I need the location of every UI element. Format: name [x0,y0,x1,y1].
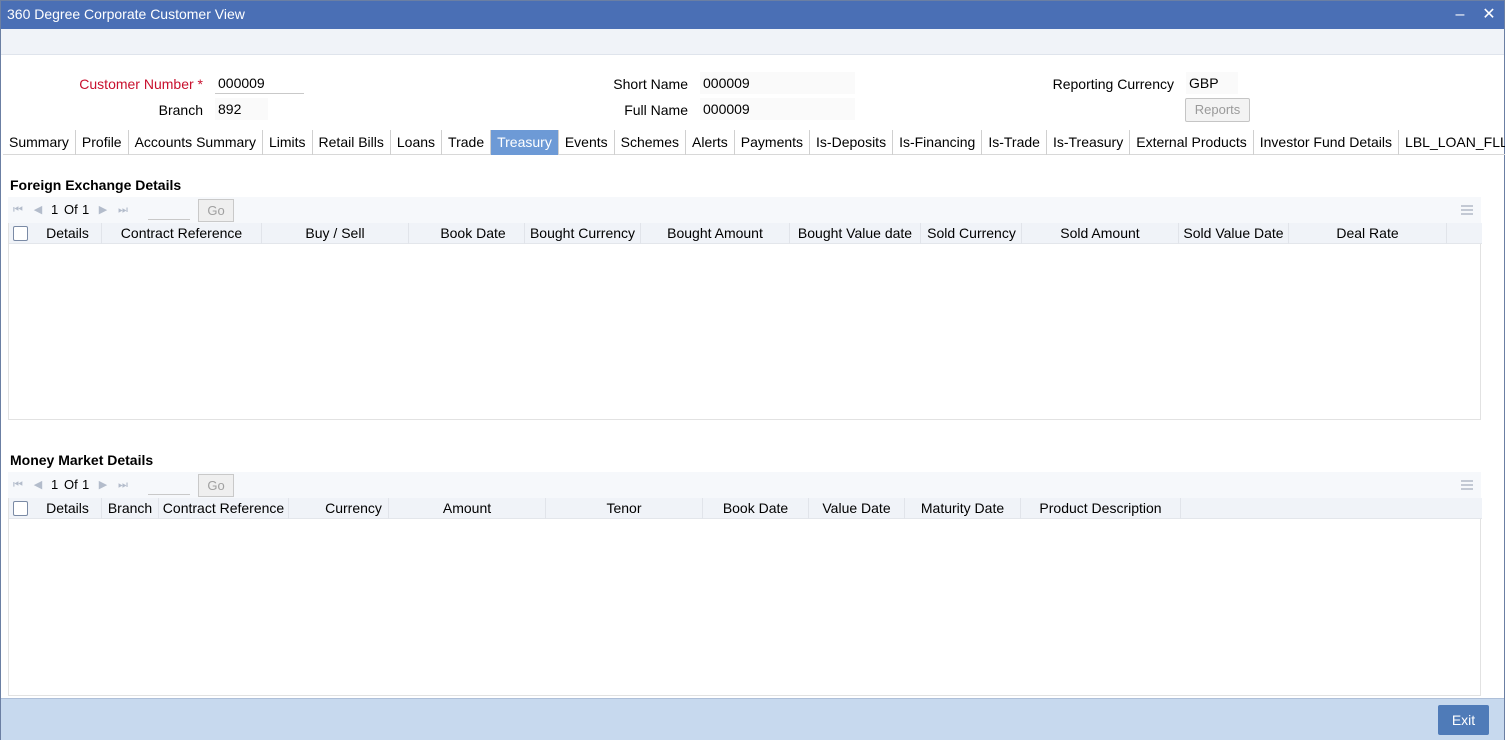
column-header-details[interactable]: Details [34,498,102,519]
column-header-sold-value-date[interactable]: Sold Value Date [1179,223,1289,244]
column-header-sold-currency[interactable]: Sold Currency [922,223,1022,244]
full-name-label: Full Name [624,102,688,118]
tab-alerts[interactable]: Alerts [686,130,735,155]
column-header-branch[interactable]: Branch [102,498,159,519]
exit-button[interactable]: Exit [1438,705,1489,735]
page-number-input[interactable] [148,200,190,220]
column-header-book-date[interactable]: Book Date [703,498,809,519]
short-name-label: Short Name [613,76,688,92]
grid-menu-icon[interactable] [1461,480,1473,492]
close-icon[interactable]: ✕ [1479,5,1499,25]
reporting-currency-field[interactable]: GBP [1186,72,1238,94]
branch-field[interactable]: 892 [215,98,268,120]
column-header-contract-reference[interactable]: Contract Reference [102,223,262,244]
short-name-field[interactable]: 000009 [700,72,855,94]
tab-trade[interactable]: Trade [442,130,492,155]
column-header-book-date[interactable]: Book Date [422,223,525,244]
fx-grid: Details Contract Reference Buy / Sell Book … [8,223,1482,420]
go-button[interactable]: Go [198,199,234,222]
column-header-maturity-date[interactable]: Maturity Date [905,498,1021,519]
column-header-buy-sell[interactable]: Buy / Sell [262,223,409,244]
first-page-icon[interactable]: ⏮ [11,478,25,492]
tab-is-deposits[interactable]: Is-Deposits [810,130,894,155]
tab-treasury[interactable]: Treasury [491,130,559,155]
full-name-field[interactable]: 000009 [700,98,855,120]
tab-profile[interactable]: Profile [76,130,129,155]
reports-button[interactable]: Reports [1185,98,1250,122]
title-bar: 360 Degree Corporate Customer View – ✕ [1,1,1504,29]
column-header-bought-value-date[interactable]: Bought Value date [790,223,921,244]
footer-bar: Exit [1,698,1504,740]
mm-section-title: Money Market Details [10,452,154,468]
next-page-icon[interactable]: ▶ [96,203,110,217]
tab-events[interactable]: Events [559,130,615,155]
tab-limits[interactable]: Limits [263,130,313,155]
column-header-sold-amount[interactable]: Sold Amount [1022,223,1179,244]
tab-is-financing[interactable]: Is-Financing [893,130,983,155]
tab-payments[interactable]: Payments [735,130,811,155]
tab-external-products[interactable]: External Products [1130,130,1254,155]
minimize-icon[interactable]: – [1450,5,1470,25]
window-title: 360 Degree Corporate Customer View [7,6,245,22]
column-header-bought-amount[interactable]: Bought Amount [641,223,790,244]
first-page-icon[interactable]: ⏮ [11,203,25,217]
mm-grid-header: Details Branch Contract Reference Currency A… [9,498,1482,519]
column-header-value-date[interactable]: Value Date [809,498,905,519]
fx-grid-header: Details Contract Reference Buy / Sell Book … [9,223,1482,244]
customer-view-window: 360 Degree Corporate Customer View – ✕ C… [0,0,1505,740]
column-header-tenor[interactable]: Tenor [546,498,703,519]
fx-section-title: Foreign Exchange Details [10,177,182,193]
reporting-currency-label: Reporting Currency [1052,76,1174,92]
prev-page-icon[interactable]: ◀ [31,478,45,492]
current-page: 1 [51,202,59,217]
toolbar-strip [1,29,1504,55]
tab-bar: Summary Profile Accounts Summary Limits Reta… [3,130,1505,155]
total-pages: 1 [82,202,90,217]
of-label: Of [64,202,78,217]
tab-retail-bills[interactable]: Retail Bills [313,130,391,155]
of-label: Of [64,477,78,492]
column-header-currency[interactable]: Currency [319,498,389,519]
column-header-details[interactable]: Details [34,223,102,244]
mm-pager: ⏮ ◀ 1 Of 1 ▶ ⏭ Go [8,472,1481,498]
branch-label: Branch [158,102,203,118]
tab-accounts-summary[interactable]: Accounts Summary [129,130,263,155]
mm-select-all-checkbox[interactable] [13,501,28,516]
tab-lbl-loan-fll[interactable]: LBL_LOAN_FLL [1399,130,1505,155]
column-header-bought-currency[interactable]: Bought Currency [525,223,641,244]
column-header-amount[interactable]: Amount [389,498,546,519]
tab-is-trade[interactable]: Is-Trade [982,130,1047,155]
next-page-icon[interactable]: ▶ [96,478,110,492]
fx-pager: ⏮ ◀ 1 Of 1 ▶ ⏭ Go [8,197,1481,223]
prev-page-icon[interactable]: ◀ [31,203,45,217]
last-page-icon[interactable]: ⏭ [116,203,130,217]
grid-menu-icon[interactable] [1461,205,1473,217]
last-page-icon[interactable]: ⏭ [116,478,130,492]
tab-is-treasury[interactable]: Is-Treasury [1047,130,1131,155]
fx-select-all-checkbox[interactable] [13,226,28,241]
go-button[interactable]: Go [198,474,234,497]
total-pages: 1 [82,477,90,492]
tab-loans[interactable]: Loans [391,130,443,155]
current-page: 1 [51,477,59,492]
tab-schemes[interactable]: Schemes [615,130,686,155]
column-header-deal-rate[interactable]: Deal Rate [1289,223,1447,244]
page-number-input[interactable] [148,475,190,495]
tab-summary[interactable]: Summary [3,130,76,155]
customer-number-label: Customer Number * [79,76,203,92]
column-header-product-description[interactable]: Product Description [1021,498,1181,519]
mm-grid: Details Branch Contract Reference Currency A… [8,498,1482,696]
customer-number-field[interactable]: 000009 [215,72,304,94]
tab-investor-fund-details[interactable]: Investor Fund Details [1254,130,1400,155]
column-header-contract-reference[interactable]: Contract Reference [159,498,289,519]
